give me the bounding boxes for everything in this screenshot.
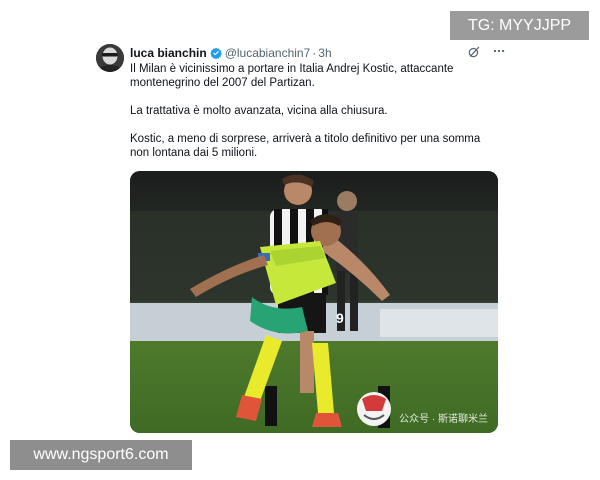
watermark-text: 公众号 · 斯诺聊米兰 (399, 414, 488, 425)
tweet-text: Il Milan è vicinissimo a portare in Ital… (130, 62, 500, 160)
header-actions (467, 44, 506, 60)
site-watermark: www.ngsport6.com (10, 440, 192, 470)
tweet-header: luca bianchin @lucabianchin7 · 3h (130, 44, 506, 62)
grok-icon[interactable] (467, 45, 481, 59)
tweet-paragraph: Kostic, a meno di sorprese, arriverà a t… (130, 133, 481, 159)
football-photo-illustration: 9 (130, 171, 498, 433)
verified-badge-icon (209, 47, 222, 59)
tweet-paragraph: La trattativa è molto avanzata, vicina a… (130, 105, 388, 117)
more-icon[interactable] (492, 44, 506, 60)
author-name[interactable]: luca bianchin (130, 46, 207, 60)
media-watermark: 公众号 · 斯诺聊米兰 (399, 410, 488, 425)
jersey-number: 9 (336, 310, 344, 326)
avatar[interactable] (96, 44, 124, 72)
separator-dot: · (312, 46, 317, 60)
tweet-paragraph: Il Milan è vicinissimo a portare in Ital… (130, 63, 454, 89)
tg-channel-badge: TG: MYYJJPP (450, 11, 589, 40)
author-handle[interactable]: @lucabianchin7 (225, 46, 311, 60)
tweet-photo[interactable]: 9 公众号 · 斯诺聊米兰 (130, 171, 498, 433)
timestamp[interactable]: 3h (318, 46, 331, 60)
